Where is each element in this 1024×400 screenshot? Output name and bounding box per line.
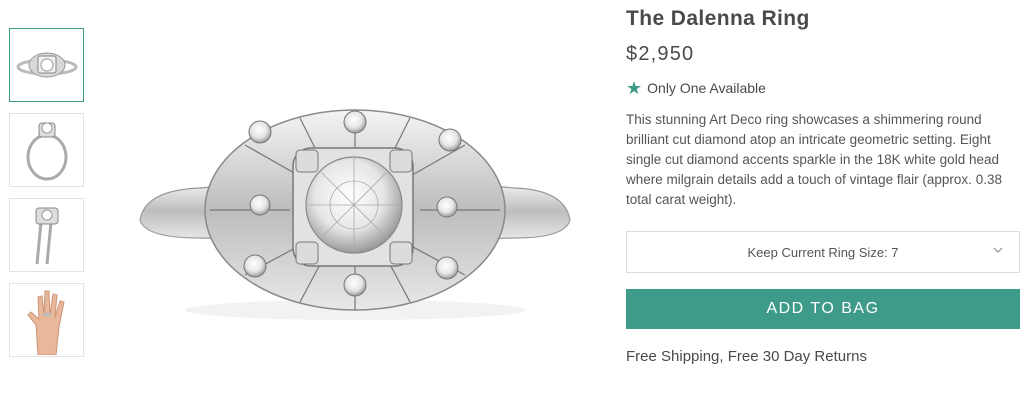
ring-side-thumbnail-image xyxy=(26,122,67,181)
ring-top-thumbnail-image xyxy=(16,52,77,78)
shipping-info: Free Shipping, Free 30 Day Returns xyxy=(626,348,867,365)
availability-status: ★ Only One Available xyxy=(626,79,1020,97)
product-main-image xyxy=(120,70,590,340)
add-to-bag-button[interactable]: ADD TO BAG xyxy=(626,289,1020,329)
ring-main-image xyxy=(139,109,571,320)
ring-size-select-value: Keep Current Ring Size: 7 xyxy=(747,244,899,260)
chevron-down-icon xyxy=(993,247,1003,253)
product-details: The Dalenna Ring $2,950 ★ Only One Avail… xyxy=(626,0,1020,365)
availability-label: Only One Available xyxy=(647,80,766,96)
product-price: $2,950 xyxy=(626,43,695,65)
product-title: The Dalenna Ring xyxy=(626,7,810,30)
thumbnail-gallery xyxy=(9,28,85,368)
star-icon: ★ xyxy=(626,78,643,98)
product-description: This stunning Art Deco ring showcases a … xyxy=(626,112,1002,207)
thumbnail-top-view[interactable] xyxy=(9,28,84,102)
ring-size-select[interactable]: Keep Current Ring Size: 7 xyxy=(626,231,1020,273)
hand-thumbnail-image xyxy=(26,290,65,355)
ring-angled-thumbnail-image xyxy=(35,207,58,265)
thumbnail-side-view[interactable] xyxy=(9,113,84,187)
thumbnail-on-hand-view[interactable] xyxy=(9,283,84,357)
thumbnail-angled-view[interactable] xyxy=(9,198,84,272)
